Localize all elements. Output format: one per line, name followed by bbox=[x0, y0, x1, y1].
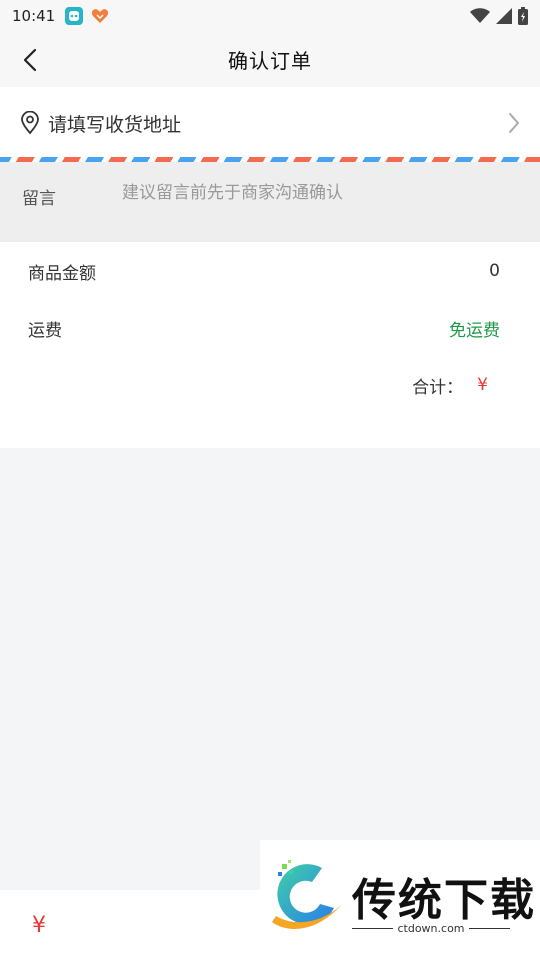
total-label: 合计： bbox=[412, 377, 464, 398]
bottom-total-price: ¥ bbox=[32, 912, 46, 938]
watermark-line-right bbox=[468, 928, 510, 929]
watermark-subtitle-row: ctdown.com bbox=[352, 922, 510, 935]
watermark-line-left bbox=[352, 928, 394, 929]
total-value: ¥ bbox=[477, 375, 488, 395]
status-time: 10:41 bbox=[12, 7, 56, 25]
message-input[interactable] bbox=[122, 176, 522, 210]
heart-notification-icon bbox=[91, 7, 109, 25]
nav-bar: 确认订单 bbox=[0, 32, 540, 87]
order-summary: 商品金额 0 运费 免运费 合计： ¥ bbox=[0, 242, 540, 448]
battery-icon bbox=[518, 7, 528, 25]
shipping-value: 免运费 bbox=[449, 320, 500, 341]
chevron-left-icon bbox=[23, 48, 37, 72]
watermark-subtitle: ctdown.com bbox=[397, 922, 465, 935]
status-bar: 10:41 bbox=[0, 0, 540, 32]
goods-amount-value: 0 bbox=[489, 261, 500, 281]
back-button[interactable] bbox=[14, 44, 46, 76]
page-title: 确认订单 bbox=[228, 49, 312, 73]
address-selector[interactable]: 请填写收货地址 bbox=[0, 87, 540, 159]
watermark-logo: 传统下载 ctdown.com bbox=[260, 840, 540, 960]
ctdown-logo-icon bbox=[272, 860, 342, 929]
goods-amount-label: 商品金额 bbox=[28, 263, 96, 284]
chevron-right-icon bbox=[509, 113, 519, 133]
watermark-title: 传统下载 bbox=[352, 875, 536, 926]
signal-icon bbox=[496, 8, 512, 24]
shipping-label: 运费 bbox=[28, 320, 62, 341]
status-icons bbox=[470, 7, 528, 25]
goods-amount-row: 商品金额 0 bbox=[28, 256, 500, 286]
message-section: 留言 bbox=[0, 162, 540, 242]
total-row: 合计： ¥ bbox=[412, 370, 488, 400]
message-label: 留言 bbox=[22, 189, 56, 209]
shipping-row: 运费 免运费 bbox=[28, 313, 500, 343]
address-placeholder: 请填写收货地址 bbox=[48, 113, 182, 136]
location-pin-icon bbox=[21, 111, 39, 135]
wifi-icon bbox=[470, 8, 490, 23]
app-notification-icon bbox=[65, 7, 84, 25]
